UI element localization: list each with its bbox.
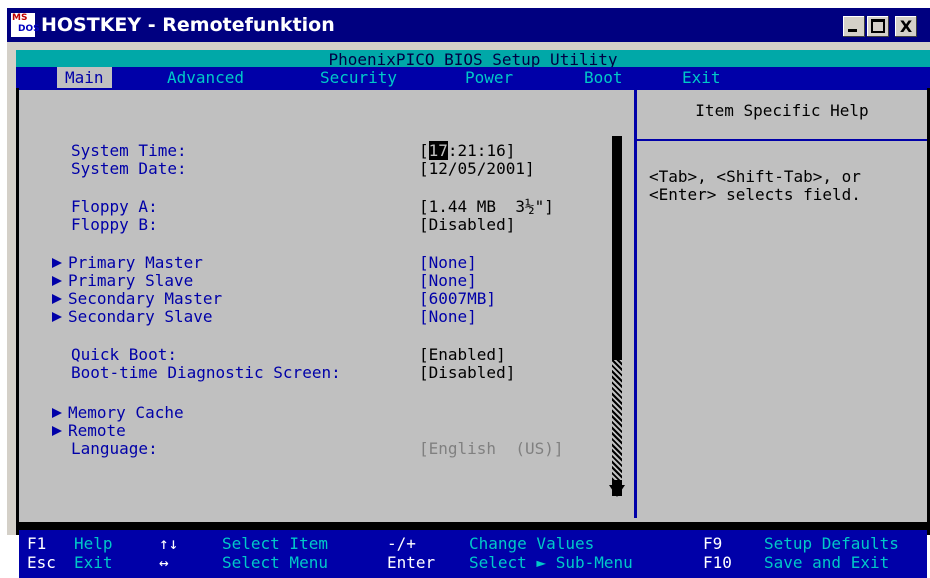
tab-security[interactable]: Security <box>320 67 397 88</box>
secondary-slave-item[interactable]: Secondary Slave <box>52 308 213 326</box>
system-time-value[interactable]: [17:21:16] <box>419 141 516 160</box>
primary-slave-item[interactable]: Primary Slave <box>52 272 193 290</box>
remote-label: Remote <box>68 421 126 440</box>
secondary-master-label: Secondary Master <box>68 289 223 308</box>
submenu-arrow-icon <box>52 408 62 418</box>
submenu-arrow-icon <box>52 276 62 286</box>
tab-boot[interactable]: Boot <box>584 67 623 88</box>
help-text: <Tab>, <Shift-Tab>, or <Enter> selects f… <box>649 167 861 204</box>
key-legend: F1 Help ↑↓ Select Item -/+ Change Values… <box>19 530 927 578</box>
submenu-arrow-icon <box>52 258 62 268</box>
key-updown: ↑↓ <box>159 534 179 553</box>
primary-master-label: Primary Master <box>68 253 203 272</box>
close-icon: X <box>899 17 913 36</box>
diag-screen-label: Boot-time Diagnostic Screen: <box>71 363 341 382</box>
system-date-label: System Date: <box>71 159 187 178</box>
dos-window: MS DOS HOSTKEY - Remotefunktion X Phoeni… <box>7 8 930 578</box>
bios-screen: PhoenixPICO BIOS Setup Utility Main Adva… <box>16 50 930 578</box>
remote-item[interactable]: Remote <box>52 422 126 440</box>
memory-cache-label: Memory Cache <box>68 403 184 422</box>
secondary-master-value: [6007MB] <box>419 289 497 308</box>
secondary-master-item[interactable]: Secondary Master <box>52 290 222 308</box>
submenu-arrow-icon <box>52 312 62 322</box>
memory-cache-item[interactable]: Memory Cache <box>52 404 184 422</box>
window-title: HOSTKEY - Remotefunktion <box>41 14 335 36</box>
floppy-b-value[interactable]: [Disabled] <box>419 216 515 234</box>
key-enter: Enter <box>387 553 436 572</box>
close-button[interactable]: X <box>895 16 917 37</box>
language-value: [English (US)] <box>419 439 564 458</box>
select-item-desc: Select Item <box>222 534 328 553</box>
tab-main[interactable]: Main <box>57 67 112 88</box>
key-f9: F9 <box>703 534 723 553</box>
primary-slave-label: Primary Slave <box>68 271 194 290</box>
select-menu-desc: Select Menu <box>222 553 328 572</box>
submenu-arrow-icon <box>52 294 62 304</box>
change-values-desc: Change Values <box>469 534 595 553</box>
key-leftright: ↔ <box>159 553 169 572</box>
window-titlebar[interactable]: MS DOS HOSTKEY - Remotefunktion X <box>7 8 930 42</box>
diag-screen-value[interactable]: [Disabled] <box>419 364 515 382</box>
save-exit-desc: Save and Exit <box>764 553 890 572</box>
help-title: Item Specific Help <box>695 101 869 120</box>
primary-master-value: [None] <box>419 253 477 272</box>
icon-letters-bottom: DOS <box>18 24 40 34</box>
secondary-slave-value: [None] <box>419 307 477 326</box>
exit-desc: Exit <box>74 553 113 572</box>
minimize-button[interactable] <box>843 16 865 37</box>
key-f10: F10 <box>703 553 732 572</box>
secondary-slave-label: Secondary Slave <box>68 307 213 326</box>
help-desc: Help <box>74 534 113 553</box>
key-f1: F1 <box>27 534 47 553</box>
help-title-rule <box>637 139 927 141</box>
scrollbar-thumb[interactable] <box>612 360 622 480</box>
maximize-button[interactable] <box>867 16 889 37</box>
quick-boot-label: Quick Boot: <box>71 345 177 364</box>
key-minusplus: -/+ <box>387 534 416 553</box>
help-divider <box>634 90 637 518</box>
primary-slave-value: [None] <box>419 271 477 290</box>
time-rest: :21:16] <box>447 141 516 160</box>
tab-exit[interactable]: Exit <box>682 67 721 88</box>
tab-advanced[interactable]: Advanced <box>167 67 244 88</box>
main-settings: System Time: [17:21:16] System Date: [12… <box>19 90 631 518</box>
language-label: Language: <box>71 439 158 458</box>
floppy-b-label: Floppy B: <box>71 215 158 234</box>
setup-defaults-desc: Setup Defaults <box>764 534 899 553</box>
submenu-arrow-icon <box>52 426 62 436</box>
icon-letters-top: MS <box>12 13 28 23</box>
system-date-value[interactable]: [12/05/2001] <box>419 160 535 178</box>
scroll-down-arrow-icon[interactable] <box>609 485 625 497</box>
msdos-icon[interactable]: MS DOS <box>11 13 40 37</box>
key-esc: Esc <box>27 553 56 572</box>
settings-panel: System Time: [17:21:16] System Date: [12… <box>19 88 927 522</box>
time-hour-field[interactable]: 17 <box>428 141 448 160</box>
system-time-label: System Time: <box>71 141 187 160</box>
bios-menubar: Main Advanced Security Power Boot Exit <box>16 67 930 88</box>
floppy-a-value[interactable]: [1.44 MB 3½"] <box>419 198 554 216</box>
tab-power[interactable]: Power <box>465 67 513 88</box>
select-submenu-desc: Select ► Sub-Menu <box>469 553 633 572</box>
primary-master-item[interactable]: Primary Master <box>52 254 203 272</box>
quick-boot-value[interactable]: [Enabled] <box>419 346 506 364</box>
floppy-a-label: Floppy A: <box>71 197 158 216</box>
